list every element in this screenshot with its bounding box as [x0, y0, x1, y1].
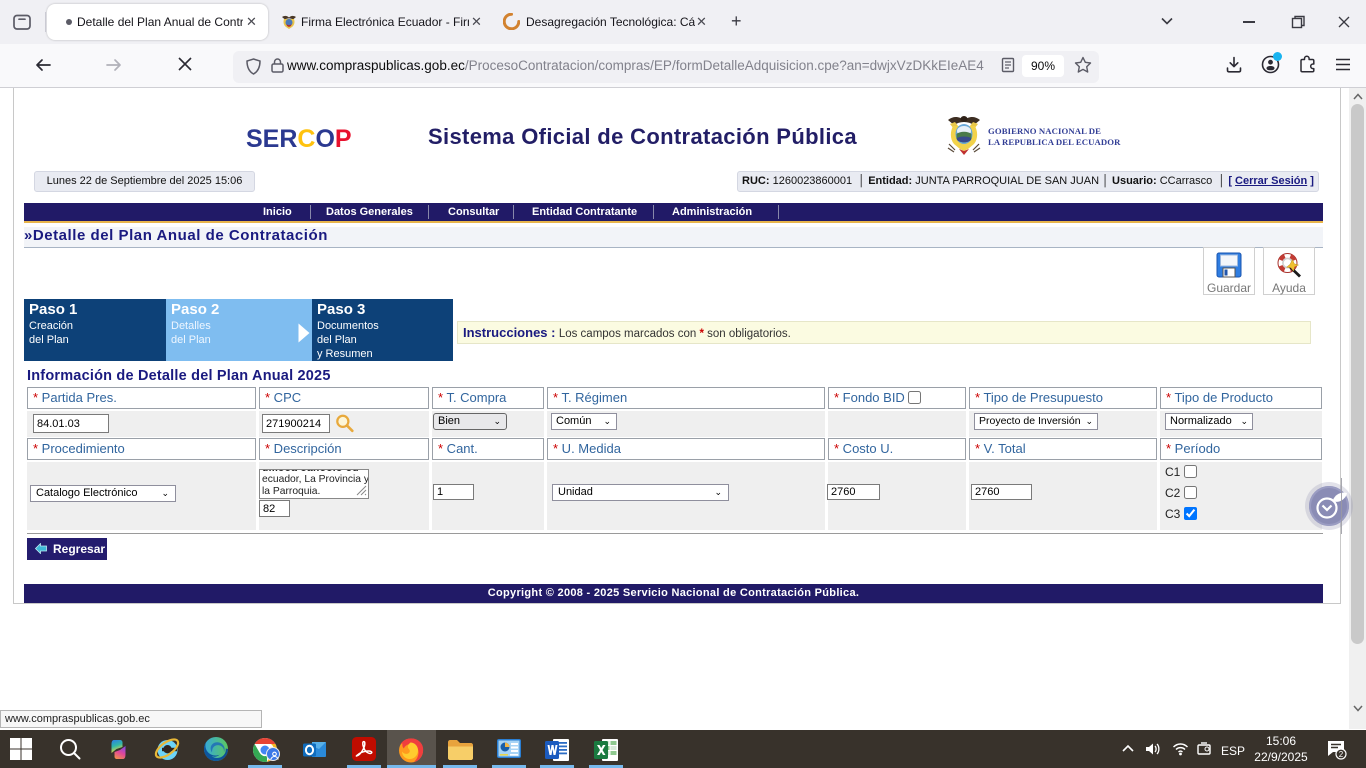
svg-text:2: 2	[1339, 750, 1344, 759]
